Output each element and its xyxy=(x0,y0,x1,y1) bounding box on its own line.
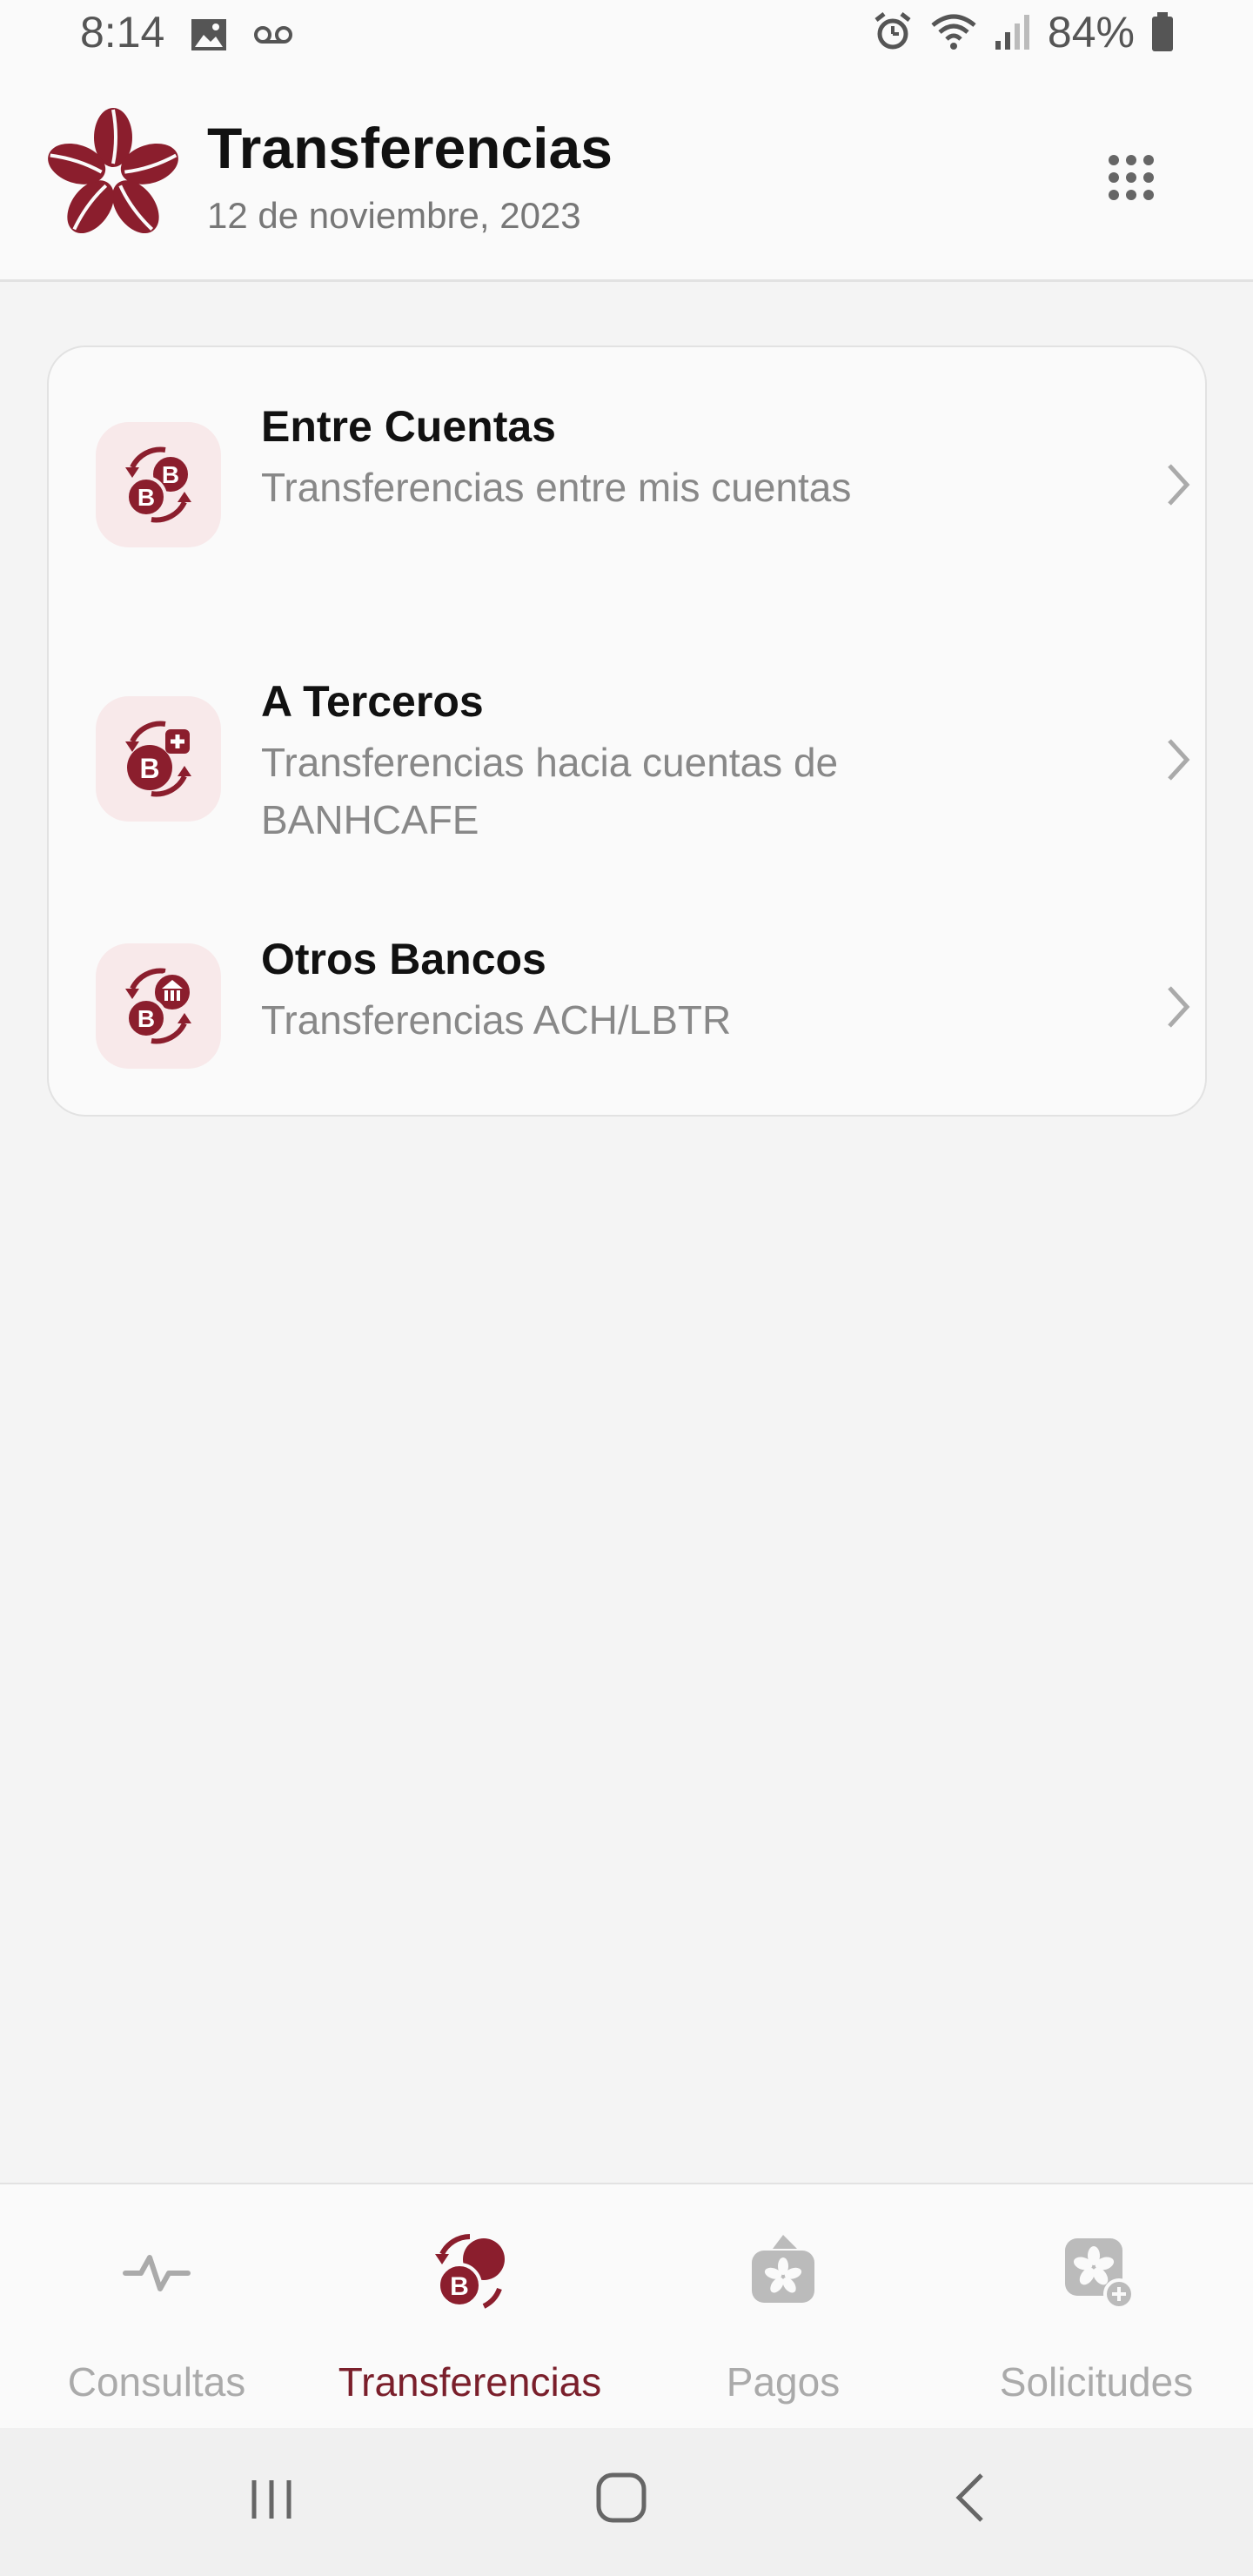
nav-item-pagos[interactable]: Pagos xyxy=(626,2184,940,2430)
alarm-icon xyxy=(874,12,911,50)
home-icon[interactable] xyxy=(593,2470,649,2526)
option-a-terceros[interactable]: B A Terceros Transferencias hacia cuenta… xyxy=(49,608,1205,869)
recent-apps-icon[interactable] xyxy=(245,2473,298,2526)
option-title: A Terceros xyxy=(261,677,484,726)
apps-grid-icon[interactable] xyxy=(1103,150,1159,205)
option-description: Transferencias ACH/LBTR xyxy=(261,997,732,1043)
payments-icon xyxy=(752,2235,814,2303)
app-screen: 8:14 84% Transferencias 12 de noviembre,… xyxy=(0,0,1253,2576)
option-title: Entre Cuentas xyxy=(261,402,556,451)
option-title: Otros Bancos xyxy=(261,935,546,983)
nav-item-solicitudes[interactable]: Solicitudes xyxy=(940,2184,1253,2430)
status-bar: 8:14 84% xyxy=(0,0,1253,77)
transfer-other-banks-icon: B xyxy=(96,943,221,1069)
transfer-third-party-icon: B xyxy=(96,696,221,822)
back-icon[interactable] xyxy=(950,2470,992,2526)
chevron-right-icon xyxy=(1168,464,1190,506)
nav-label: Consultas xyxy=(67,2359,246,2405)
image-icon xyxy=(191,19,226,50)
transfer-options-card: B B Entre Cuentas Transferencias entre m… xyxy=(47,345,1207,1117)
svg-text:B: B xyxy=(137,1005,155,1032)
page-date: 12 de noviembre, 2023 xyxy=(207,195,581,236)
banhcafe-logo xyxy=(48,108,178,233)
nav-item-consultas[interactable]: Consultas xyxy=(0,2184,313,2430)
nav-label: Solicitudes xyxy=(999,2359,1194,2405)
chevron-right-icon xyxy=(1168,986,1190,1028)
battery-percent: 84% xyxy=(1047,8,1135,57)
system-navigation-bar xyxy=(0,2428,1253,2576)
svg-text:B: B xyxy=(162,461,179,488)
requests-icon xyxy=(1065,2238,1135,2310)
chevron-right-icon xyxy=(1168,739,1190,781)
svg-text:B: B xyxy=(137,484,155,511)
nav-label: Transferencias xyxy=(338,2359,602,2405)
svg-text:B: B xyxy=(450,2272,469,2301)
activity-icon xyxy=(123,2255,191,2291)
nav-item-transferencias[interactable]: B Transferencias xyxy=(313,2184,626,2430)
svg-text:B: B xyxy=(139,753,159,784)
voicemail-icon xyxy=(254,26,292,44)
status-time: 8:14 xyxy=(80,8,165,57)
option-entre-cuentas[interactable]: B B Entre Cuentas Transferencias entre m… xyxy=(49,347,1205,608)
nav-label: Pagos xyxy=(726,2359,841,2405)
option-otros-bancos[interactable]: B Otros Bancos Transferencias ACH/LBTR xyxy=(49,869,1205,1117)
wifi-icon xyxy=(931,14,976,50)
bottom-navigation: Consultas B Transferencias Pagos Solicit… xyxy=(0,2183,1253,2428)
option-description: Transferencias entre mis cuentas xyxy=(261,465,852,510)
option-description: Transferencias hacia cuentas de BANHCAFE xyxy=(261,740,839,842)
battery-icon xyxy=(1152,12,1173,51)
transfer-icon: B xyxy=(435,2234,505,2309)
signal-icon xyxy=(995,15,1029,50)
page-title: Transferencias xyxy=(207,116,613,180)
transfer-own-accounts-icon: B B xyxy=(96,422,221,547)
app-header: Transferencias 12 de noviembre, 2023 xyxy=(0,77,1253,282)
